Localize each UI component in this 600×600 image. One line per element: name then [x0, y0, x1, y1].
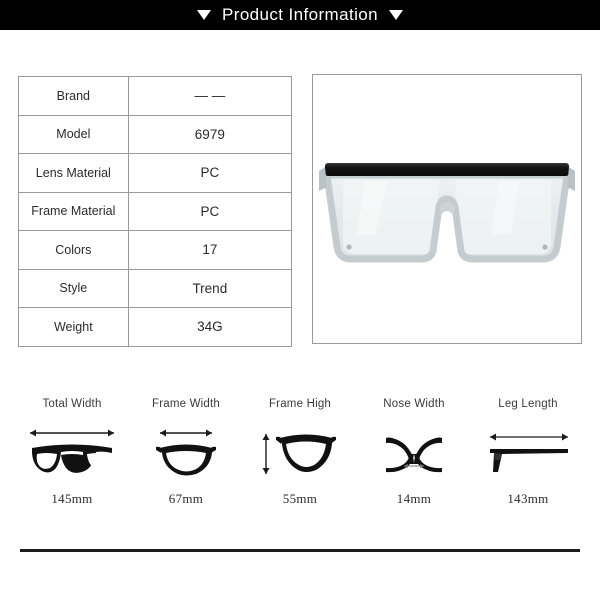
measurement-frame-width: Frame Width 67mm: [132, 396, 240, 507]
bottom-divider: [20, 549, 580, 552]
spec-label: Lens Material: [18, 153, 129, 193]
spec-value: Trend: [127, 268, 293, 308]
measurement-leg-length: Leg Length 143mm: [474, 396, 582, 507]
sunglasses-product-image: [313, 75, 581, 343]
table-row: Colors 17: [18, 230, 293, 270]
nose-bridge-icon: [366, 422, 462, 484]
brow-bar: [325, 163, 569, 176]
rivet-right: [542, 244, 548, 250]
table-row: Brand — —: [18, 76, 293, 116]
specification-table: Brand — — Model 6979 Lens Material PC Fr…: [18, 76, 293, 347]
spec-value: PC: [127, 191, 293, 231]
measurement-value: 55mm: [282, 491, 318, 506]
triangle-down-icon: [388, 10, 403, 20]
page-title: Product Information: [222, 5, 378, 24]
measurement-label: Frame High: [268, 398, 332, 410]
spec-label: Brand: [18, 76, 129, 116]
measurement-nose-width: Nose Width 14mm: [360, 396, 468, 507]
table-row: Style Trend: [18, 268, 293, 308]
triangle-down-icon: [197, 10, 212, 20]
rivet-left: [346, 244, 352, 250]
product-image-panel: [312, 74, 582, 344]
spec-value: 6979: [127, 114, 293, 154]
measurements-row: Total Width 145mm Frame Width 67mm Frame…: [0, 396, 600, 507]
measurement-label: Frame Width: [151, 398, 221, 410]
single-lens-icon: [252, 422, 348, 484]
table-row: Model 6979: [18, 114, 293, 154]
spec-value: 17: [127, 230, 293, 270]
measurement-value: 145mm: [51, 491, 93, 506]
table-row: Lens Material PC: [18, 153, 293, 193]
measurement-label: Leg Length: [498, 398, 558, 410]
page-header: Product Information: [0, 0, 600, 30]
full-glasses-icon: [24, 422, 120, 484]
table-row: Frame Material PC: [18, 191, 293, 231]
measurement-total-width: Total Width 145mm: [18, 396, 126, 507]
spec-label: Style: [18, 268, 129, 308]
measurement-value: 14mm: [396, 491, 432, 506]
spec-value: PC: [127, 153, 293, 193]
measurement-label: Nose Width: [383, 398, 445, 410]
spec-label: Model: [18, 114, 129, 154]
spec-value: — —: [127, 76, 293, 116]
measurement-label: Total Width: [42, 398, 102, 410]
measurement-value: 143mm: [507, 491, 549, 506]
single-lens-icon: [138, 422, 234, 484]
measurement-frame-high: Frame High 55mm: [246, 396, 354, 507]
temple-arm-icon: [480, 422, 576, 484]
spec-label: Frame Material: [18, 191, 129, 231]
spec-label: Colors: [18, 230, 129, 270]
spec-value: 34G: [127, 307, 293, 347]
measurement-value: 67mm: [168, 491, 204, 506]
table-row: Weight 34G: [18, 307, 293, 347]
spec-label: Weight: [18, 307, 129, 347]
